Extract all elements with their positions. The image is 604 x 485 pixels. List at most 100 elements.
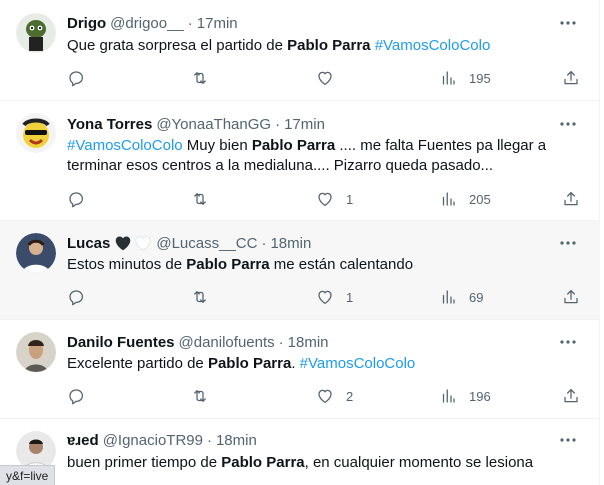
tweet-text-segment: , en cualquier momento se lesiona [304,454,534,471]
share-icon [562,387,580,405]
views-button[interactable]: 205 [439,189,491,209]
share-icon [562,69,580,87]
like-count: 2 [346,388,354,404]
tweet-item[interactable]: Danilo Fuentes @danilofuents · 18min Exc… [0,320,600,419]
view-count: 196 [469,388,491,404]
tweet-text: #VamosColoColo Muy bien Pablo Parra ....… [67,136,570,176]
like-button[interactable]: 2 [316,386,353,406]
reply-icon [67,288,85,306]
author-name[interactable]: ɐɹed [67,432,99,449]
tweet-item[interactable]: Yona Torres @YonaaThanGG · 17min #VamosC… [0,101,600,221]
views-button[interactable]: 69 [439,287,483,307]
share-button[interactable] [562,386,580,406]
tweet-text: Que grata sorpresa el partido de Pablo P… [67,36,560,56]
share-button[interactable] [562,287,580,307]
author-handle[interactable]: @drigoo__ [110,15,184,32]
more-icon[interactable] [558,233,578,253]
status-url-bar: y&f=live [0,465,56,485]
more-icon[interactable] [558,430,578,450]
avatar[interactable] [16,13,56,53]
tweet-text: Excelente partido de Pablo Parra. #Vamos… [67,354,560,374]
tweet-header: Drigo @drigoo__ · 17min [67,13,238,33]
timestamp[interactable]: 18min [270,235,311,252]
reply-icon [67,387,85,405]
author-handle[interactable]: @Lucass__CC [156,235,257,252]
like-button[interactable] [316,68,334,88]
tweet-feed: Drigo @drigoo__ · 17min Que grata sorpre… [0,0,600,485]
like-button[interactable]: 1 [316,287,353,307]
tweet-item[interactable]: ɐɹed @IgnacioTR99 · 18min buen primer ti… [0,419,600,485]
heart-icon [316,190,334,208]
share-icon [562,288,580,306]
separator: · [206,431,212,449]
timestamp[interactable]: 18min [216,432,257,449]
retweet-icon [191,387,209,405]
retweet-button[interactable] [191,68,209,88]
like-count: 1 [346,289,354,305]
tweet-text: buen primer tiempo de Pablo Parra, en cu… [67,453,560,473]
heart-icon [316,387,334,405]
retweet-button[interactable] [191,189,209,209]
author-name[interactable]: Yona Torres [67,116,152,133]
timestamp[interactable]: 18min [288,334,329,351]
tweet-text-bold: Pablo Parra [207,355,292,372]
retweet-button[interactable] [191,386,209,406]
white-heart-icon [135,235,152,251]
author-handle[interactable]: @IgnacioTR99 [103,432,203,449]
retweet-button[interactable] [191,287,209,307]
black-heart-icon [116,236,131,251]
separator: · [275,115,281,133]
retweet-icon [191,190,209,208]
view-count: 205 [469,191,491,207]
avatar[interactable] [16,113,56,153]
timestamp[interactable]: 17min [197,15,238,32]
tweet-text-segment: Que grata sorpresa el partido de [67,37,288,54]
tweet-text-segment: .... me falta Fuentes pa llegar a [335,137,547,154]
tweet-item[interactable]: Lucas @Lucass__CC · 18min Estos minutos … [0,221,600,320]
hashtag-link[interactable]: #VamosColoColo [375,37,491,54]
tweet-header: Yona Torres @YonaaThanGG · 17min [67,114,325,134]
tweet-actions: 1 205 [67,189,587,209]
more-icon[interactable] [558,114,578,134]
tweet-text-segment: Excelente partido de [67,355,208,372]
tweet-actions: 2 196 [67,386,587,406]
tweet-text-segment: me están calentando [269,256,414,273]
views-icon [439,190,457,208]
reply-button[interactable] [67,386,85,406]
share-button[interactable] [562,189,580,209]
reply-icon [67,190,85,208]
reply-button[interactable] [67,68,85,88]
author-name[interactable]: Lucas [67,235,110,252]
tweet-item[interactable]: Drigo @drigoo__ · 17min Que grata sorpre… [0,0,600,101]
tweet-text-segment: Muy bien [182,137,252,154]
views-button[interactable]: 195 [439,68,491,88]
author-handle[interactable]: @YonaaThanGG [156,116,271,133]
heart-icon [316,288,334,306]
more-icon[interactable] [558,332,578,352]
reply-button[interactable] [67,189,85,209]
share-button[interactable] [562,68,580,88]
author-name[interactable]: Drigo [67,15,106,32]
hashtag-link[interactable]: #VamosColoColo [300,355,416,372]
share-icon [562,190,580,208]
view-count: 195 [469,70,491,86]
separator: · [187,14,193,32]
more-icon[interactable] [558,13,578,33]
avatar[interactable] [16,332,56,372]
views-button[interactable]: 196 [439,386,491,406]
hashtag-link[interactable]: #VamosColoColo [67,137,183,154]
like-count: 1 [346,191,354,207]
avatar[interactable] [16,233,56,273]
tweet-text-bold: Pablo Parra [186,256,270,273]
reply-button[interactable] [67,287,85,307]
tweet-header: Lucas @Lucass__CC · 18min [67,233,311,253]
views-icon [439,387,457,405]
timestamp[interactable]: 17min [284,116,325,133]
separator: · [261,234,267,252]
tweet-header: Danilo Fuentes @danilofuents · 18min [67,332,329,352]
view-count: 69 [469,289,484,305]
like-button[interactable]: 1 [316,189,353,209]
author-handle[interactable]: @danilofuents [179,334,275,351]
author-name[interactable]: Danilo Fuentes [67,334,175,351]
tweet-header: ɐɹed @IgnacioTR99 · 18min [67,430,257,450]
